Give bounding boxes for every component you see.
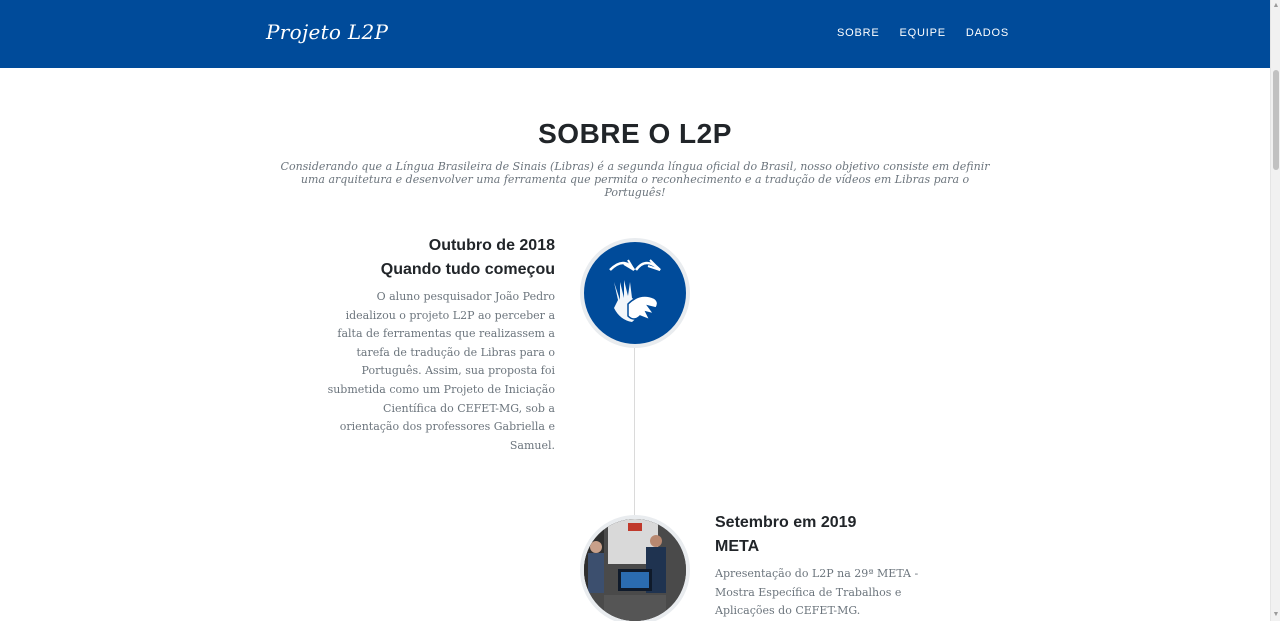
nav-link-equipe[interactable]: EQUIPE: [900, 27, 946, 39]
timeline-heading: Quando tudo começou: [380, 261, 555, 278]
navbar: Projeto L2P SOBRE EQUIPE DADOS: [0, 0, 1270, 68]
nav-link-sobre[interactable]: SOBRE: [837, 27, 880, 39]
section-title: SOBRE O L2P: [538, 118, 732, 149]
scroll-down-icon[interactable]: ▼: [1272, 611, 1280, 619]
nav-menu: SOBRE EQUIPE DADOS: [837, 27, 1029, 39]
scroll-up-icon[interactable]: ▲: [1272, 2, 1280, 10]
timeline-text: O aluno pesquisador João Pedro idealizou…: [327, 290, 555, 452]
timeline-item: Setembro em 2019 META Apresentação do L2…: [715, 511, 950, 621]
timeline-date: Outubro de 2018: [428, 237, 555, 254]
scroll-thumb[interactable]: [1273, 70, 1279, 170]
timeline-date: Setembro em 2019: [715, 514, 857, 531]
brand-logo[interactable]: Projeto L2P: [266, 20, 388, 44]
timeline-image: [580, 238, 690, 348]
event-photo: [584, 519, 686, 621]
timeline-item: Outubro de 2018 Quando tudo começou O al…: [325, 234, 555, 455]
timeline-text: Apresentação do L2P na 29ª META - Mostra…: [715, 567, 919, 618]
timeline-line: [634, 340, 635, 520]
scrollbar[interactable]: ▲ ▼: [1270, 0, 1280, 621]
sign-language-icon: [609, 259, 661, 322]
nav-link-dados[interactable]: DADOS: [966, 27, 1009, 39]
section-subtitle: Considerando que a Língua Brasileira de …: [280, 160, 990, 199]
timeline-heading: META: [715, 538, 760, 555]
timeline-image: [580, 515, 690, 621]
